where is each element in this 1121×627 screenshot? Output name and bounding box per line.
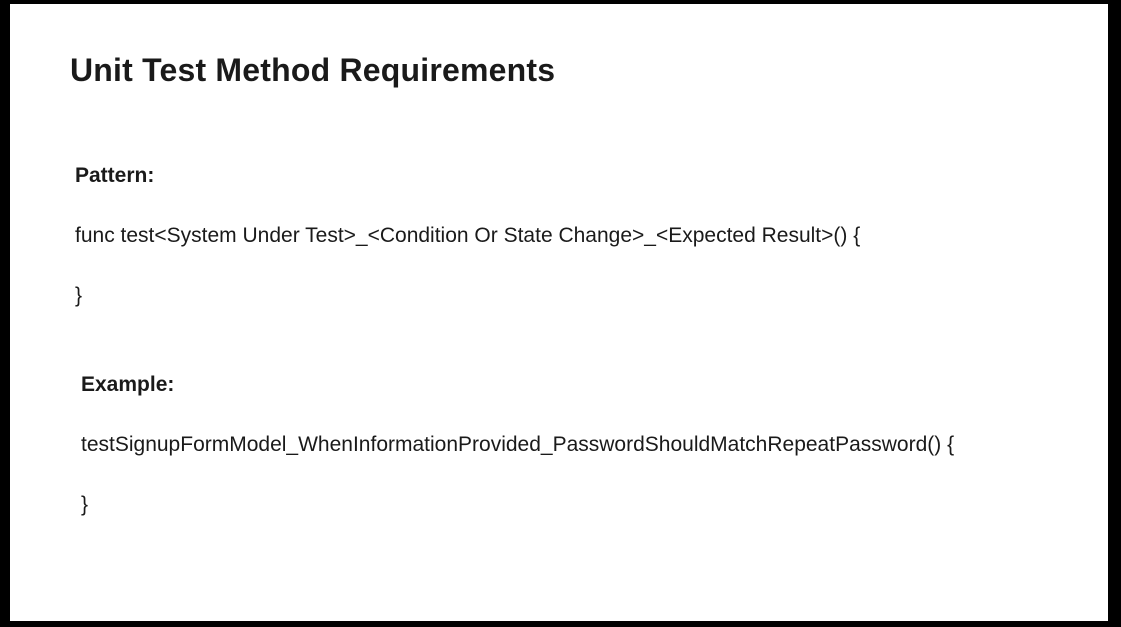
example-label: Example: <box>81 373 175 396</box>
example-closing-brace: } <box>81 493 89 516</box>
example-signature: testSignupFormModel_WhenInformationProvi… <box>81 433 955 456</box>
pattern-label: Pattern: <box>75 164 155 187</box>
pattern-signature: func test<System Under Test>_<Condition … <box>75 224 861 247</box>
slide-title: Unit Test Method Requirements <box>70 52 556 88</box>
pattern-closing-brace: } <box>75 284 83 307</box>
slide: Unit Test Method Requirements Pattern: f… <box>10 4 1108 621</box>
